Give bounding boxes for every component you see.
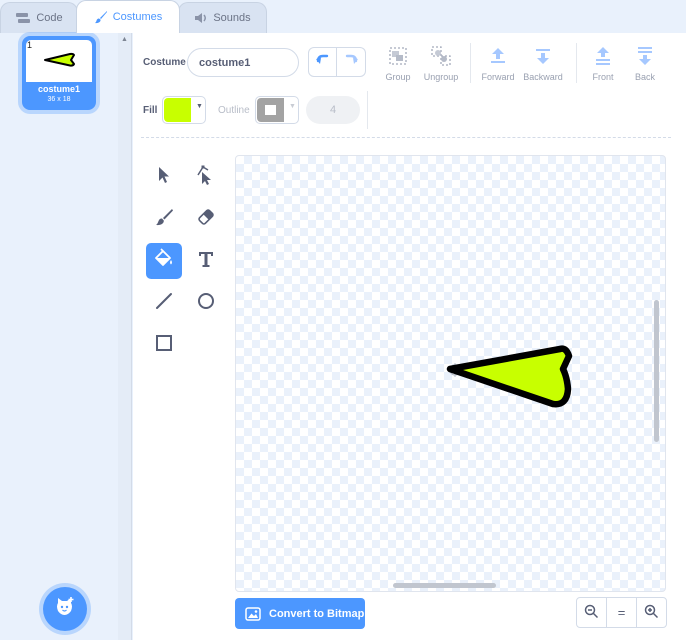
arrow-cursor-icon <box>155 165 173 190</box>
brush-tool[interactable] <box>146 201 182 237</box>
group-icon <box>374 45 422 67</box>
paint-editor: Costume Group Ungroup Forward <box>133 33 686 640</box>
tab-costumes[interactable]: Costumes <box>76 0 180 33</box>
back-label: Back <box>634 72 655 82</box>
brush-icon <box>154 207 174 232</box>
undo-redo-group <box>308 47 367 77</box>
front-label: Front <box>592 72 614 82</box>
back-button[interactable]: Back <box>621 45 669 82</box>
undo-icon <box>315 53 331 72</box>
rectangle-tool[interactable] <box>146 327 182 363</box>
fill-color-button[interactable]: ▼ <box>162 96 206 124</box>
undo-button[interactable] <box>308 47 337 77</box>
tab-costumes-label: Costumes <box>112 11 163 23</box>
forward-label: Forward <box>481 72 515 82</box>
paintbrush-icon <box>94 10 108 24</box>
toolbar-divider <box>367 91 368 129</box>
costume-list <box>0 33 118 640</box>
costume-number: 1 <box>27 40 33 50</box>
zoom-reset-button[interactable]: = <box>607 598 637 627</box>
costume-name: costume1 <box>37 84 81 94</box>
forward-icon <box>474 45 522 67</box>
costume-item[interactable]: 1 costume1 36 x 18 <box>22 36 96 110</box>
speaker-icon <box>194 12 208 24</box>
outline-color-swatch <box>257 98 284 122</box>
drawing-canvas[interactable] <box>235 155 666 592</box>
forward-button[interactable]: Forward <box>474 45 522 82</box>
zoom-controls: = <box>576 597 667 628</box>
image-icon <box>245 606 261 621</box>
tab-code-label: Code <box>36 12 63 24</box>
costume-list-scrollbar[interactable]: ▲ <box>118 33 132 640</box>
zoom-out-icon <box>584 604 599 622</box>
zoom-reset-label: = <box>617 605 626 620</box>
code-blocks-icon <box>15 12 31 24</box>
redo-button[interactable] <box>337 47 366 77</box>
outline-label: Outline <box>218 105 250 116</box>
group-label: Group <box>385 72 411 82</box>
front-button[interactable]: Front <box>579 45 627 82</box>
outline-width-input[interactable]: 4 <box>306 96 360 124</box>
line-icon <box>154 291 174 316</box>
reshape-icon <box>195 164 217 191</box>
front-icon <box>579 45 627 67</box>
fill-bucket-icon <box>153 247 175 275</box>
scroll-up-arrow-icon[interactable]: ▲ <box>121 36 128 43</box>
redo-icon <box>343 53 359 72</box>
ungroup-icon <box>417 45 465 67</box>
ungroup-button[interactable]: Ungroup <box>417 45 465 82</box>
outline-color-button[interactable]: ▼ <box>255 96 299 124</box>
outline-dropdown-icon: ▼ <box>289 103 296 110</box>
costume-thumbnail <box>26 40 92 82</box>
costume-shape[interactable] <box>446 345 573 408</box>
zoom-out-button[interactable] <box>577 598 607 627</box>
costume-size: 36 x 18 <box>47 96 71 103</box>
canvas-horizontal-scrollbar[interactable] <box>393 583 496 588</box>
fill-color-swatch <box>164 98 191 122</box>
text-tool[interactable] <box>188 243 224 279</box>
backward-label: Backward <box>523 72 563 82</box>
costume-name-label: Costume <box>143 57 186 68</box>
canvas-vertical-scrollbar[interactable] <box>654 300 659 442</box>
tab-code[interactable]: Code <box>0 2 78 33</box>
zoom-in-icon <box>644 604 659 622</box>
convert-to-bitmap-label: Convert to Bitmap <box>269 607 365 620</box>
toolbar-separator <box>141 137 671 138</box>
rectangle-icon <box>154 333 174 358</box>
choose-costume-button[interactable] <box>43 587 87 631</box>
reshape-tool[interactable] <box>188 159 224 195</box>
text-icon <box>196 249 216 274</box>
cat-plus-icon <box>54 596 76 623</box>
toolbar-divider <box>470 43 471 83</box>
tab-sounds-label: Sounds <box>213 12 251 24</box>
select-tool[interactable] <box>146 159 182 195</box>
editor-tabs: Code Costumes Sounds <box>0 0 686 33</box>
backward-icon <box>519 45 567 67</box>
tab-sounds[interactable]: Sounds <box>178 2 267 33</box>
toolbar-divider <box>576 43 577 83</box>
fill-label: Fill <box>143 105 158 116</box>
line-tool[interactable] <box>146 285 182 321</box>
convert-to-bitmap-button[interactable]: Convert to Bitmap <box>235 598 365 629</box>
group-button[interactable]: Group <box>374 45 422 82</box>
circle-tool[interactable] <box>188 285 224 321</box>
circle-icon <box>196 291 216 316</box>
costume-name-input[interactable] <box>187 48 299 77</box>
fill-tool[interactable] <box>146 243 182 279</box>
eraser-tool[interactable] <box>188 201 224 237</box>
zoom-in-button[interactable] <box>637 598 666 627</box>
eraser-icon <box>196 207 216 232</box>
ungroup-label: Ungroup <box>423 72 459 82</box>
backward-button[interactable]: Backward <box>519 45 567 82</box>
back-icon <box>621 45 669 67</box>
fill-dropdown-icon: ▼ <box>196 103 203 110</box>
